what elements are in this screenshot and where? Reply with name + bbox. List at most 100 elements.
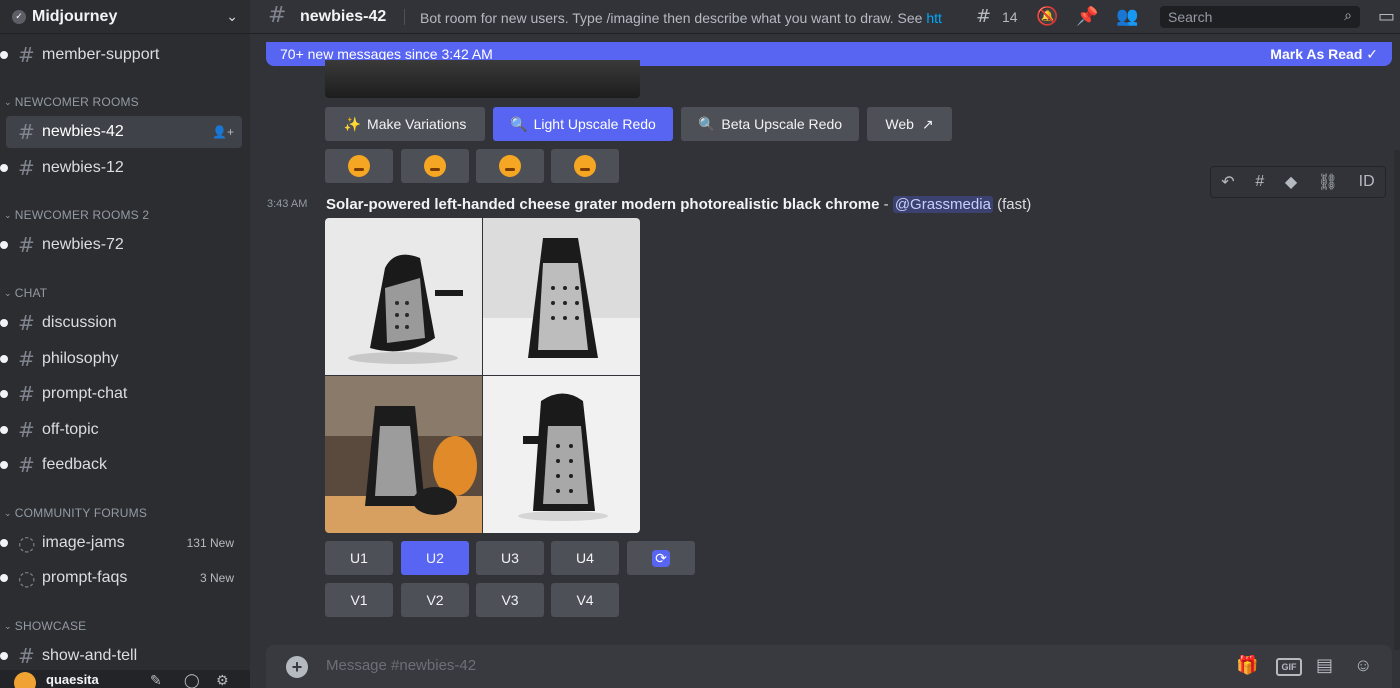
star-struck-emoji-icon: [574, 155, 596, 177]
chevron-icon: ⌄: [4, 620, 12, 631]
channel-show-and-tell[interactable]: # show-and-tell: [0, 640, 242, 672]
gear-icon[interactable]: ⚙: [216, 672, 229, 688]
grid-image-4[interactable]: [483, 376, 640, 533]
server-name: Midjourney: [32, 7, 118, 25]
thread-channel-icon: #: [18, 120, 35, 144]
inbox-icon[interactable]: ▭: [1378, 6, 1395, 27]
copy-link-icon[interactable]: ⛓: [1318, 172, 1338, 192]
create-thread-icon[interactable]: #: [1255, 173, 1264, 191]
upscale-button-4[interactable]: U4: [551, 541, 619, 575]
scrollbar[interactable]: [1394, 150, 1400, 650]
notification-muted-icon[interactable]: 🔕: [1036, 6, 1058, 27]
prompt-text: Solar-powered left-handed cheese grater …: [326, 196, 880, 213]
reaction-button-4[interactable]: [551, 149, 619, 183]
upscale-button-2[interactable]: U2: [401, 541, 469, 575]
channel-prompt-faqs[interactable]: ◌ prompt-faqs 3 New: [0, 562, 242, 594]
category-chat[interactable]: ⌄ CHAT: [4, 286, 47, 300]
channel-member-support[interactable]: # member-support: [0, 39, 242, 71]
threads-count: 14: [1002, 9, 1018, 25]
channel-label: discussion: [42, 314, 117, 331]
button-label: Beta Upscale Redo: [721, 116, 843, 132]
beta-upscale-redo-button[interactable]: 🔍 Beta Upscale Redo: [681, 107, 859, 141]
server-header[interactable]: ✓ Midjourney ⌄: [0, 0, 250, 34]
category-showcase[interactable]: ⌄ SHOWCASE: [4, 619, 86, 633]
threads-icon[interactable]: #: [976, 6, 991, 27]
channel-topic[interactable]: Bot room for new users. Type /imagine th…: [420, 10, 960, 26]
channel-off-topic[interactable]: # off-topic: [0, 414, 242, 446]
unread-dot: [0, 241, 8, 249]
channel-newbies-42[interactable]: # newbies-42 👤+: [6, 116, 242, 148]
search-input[interactable]: Search ⌕: [1160, 6, 1360, 28]
channel-feedback[interactable]: # feedback: [0, 449, 242, 481]
channel-prompt-chat[interactable]: # prompt-chat: [0, 378, 242, 410]
mark-as-read-button[interactable]: Mark As Read ✓: [1270, 46, 1378, 63]
reroll-button[interactable]: ⟳: [627, 541, 695, 575]
mark-as-read-label: Mark As Read: [1270, 46, 1363, 62]
discord-app: ✓ Midjourney ⌄ # member-support ⌄ NEWCOME…: [0, 0, 1400, 688]
separator: -: [879, 196, 893, 213]
make-variations-button[interactable]: ✨ Make Variations: [325, 107, 485, 141]
chevron-down-icon[interactable]: ⌄: [226, 8, 238, 25]
channel-newbies-12[interactable]: # newbies-12: [0, 152, 242, 184]
new-count-badge: 3 New: [199, 571, 234, 585]
reaction-button-1[interactable]: [325, 149, 393, 183]
category-label: SHOWCASE: [14, 619, 87, 633]
variation-button-3[interactable]: V3: [476, 583, 544, 617]
channel-image-jams[interactable]: ◌ image-jams 131 New: [0, 527, 242, 559]
variation-button-1[interactable]: V1: [325, 583, 393, 617]
emoji-icon[interactable]: ☺: [1354, 655, 1372, 676]
pin-icon[interactable]: 📌: [1076, 6, 1098, 27]
previous-image[interactable]: [325, 60, 640, 98]
gift-icon[interactable]: 🎁: [1236, 655, 1258, 676]
channel-label: image-jams: [42, 534, 125, 551]
category-community-forums[interactable]: ⌄ COMMUNITY FORUMS: [4, 506, 147, 520]
sticker-icon[interactable]: ▤: [1316, 655, 1333, 676]
avatar[interactable]: [14, 672, 36, 688]
message-input[interactable]: Message #newbies-42: [326, 657, 476, 674]
forum-icon: ◌: [18, 531, 36, 555]
category-newcomer-rooms-2[interactable]: ⌄ NEWCOMER ROOMS 2: [4, 208, 149, 222]
channel-discussion[interactable]: # discussion: [0, 307, 242, 339]
copy-id-icon[interactable]: ID: [1359, 173, 1375, 191]
unread-dot: [0, 461, 8, 469]
image-grid[interactable]: [325, 218, 640, 533]
category-newcomer-rooms[interactable]: ⌄ NEWCOMER ROOMS: [4, 95, 139, 109]
channel-label: member-support: [42, 46, 160, 63]
gif-button[interactable]: GIF: [1276, 658, 1302, 676]
unread-dot: [0, 319, 8, 327]
mute-mic-icon[interactable]: ✎: [150, 672, 162, 688]
grid-image-3[interactable]: [325, 376, 482, 533]
search-icon: ⌕: [1344, 7, 1352, 23]
reply-icon[interactable]: ↶: [1221, 172, 1234, 192]
divider: [404, 9, 405, 25]
variation-button-4[interactable]: V4: [551, 583, 619, 617]
tag-icon[interactable]: ◆: [1285, 172, 1297, 192]
grid-image-1[interactable]: [325, 218, 482, 375]
button-label: U2: [426, 550, 444, 566]
topic-link[interactable]: htt: [926, 10, 942, 26]
external-link-icon: ↗: [921, 115, 934, 132]
new-count-badge: 131 New: [186, 536, 234, 550]
user-mention[interactable]: @Grassmedia: [892, 196, 993, 213]
attach-plus-icon[interactable]: +: [286, 656, 308, 678]
grid-image-2[interactable]: [483, 218, 640, 375]
reaction-button-3[interactable]: [476, 149, 544, 183]
reaction-button-2[interactable]: [401, 149, 469, 183]
channel-label: feedback: [42, 456, 107, 473]
variation-button-2[interactable]: V2: [401, 583, 469, 617]
headset-icon[interactable]: ◯: [184, 672, 200, 688]
unread-dot: [0, 355, 8, 363]
add-user-icon[interactable]: 👤+: [212, 125, 234, 139]
upscale-button-3[interactable]: U3: [476, 541, 544, 575]
channel-newbies-72[interactable]: # newbies-72: [0, 229, 242, 261]
thread-channel-icon: #: [268, 3, 287, 28]
message-hover-toolbar: ↶ # ◆ ⛓ ID: [1210, 166, 1386, 198]
tired-face-emoji-icon: [348, 155, 370, 177]
channel-label: newbies-72: [42, 236, 124, 253]
upscale-button-1[interactable]: U1: [325, 541, 393, 575]
channel-philosophy[interactable]: # philosophy: [0, 343, 242, 375]
light-upscale-redo-button[interactable]: 🔍 Light Upscale Redo: [493, 107, 673, 141]
member-list-icon[interactable]: 👥: [1116, 6, 1138, 27]
web-link-button[interactable]: Web ↗: [867, 107, 952, 141]
unread-dot: [0, 390, 8, 398]
